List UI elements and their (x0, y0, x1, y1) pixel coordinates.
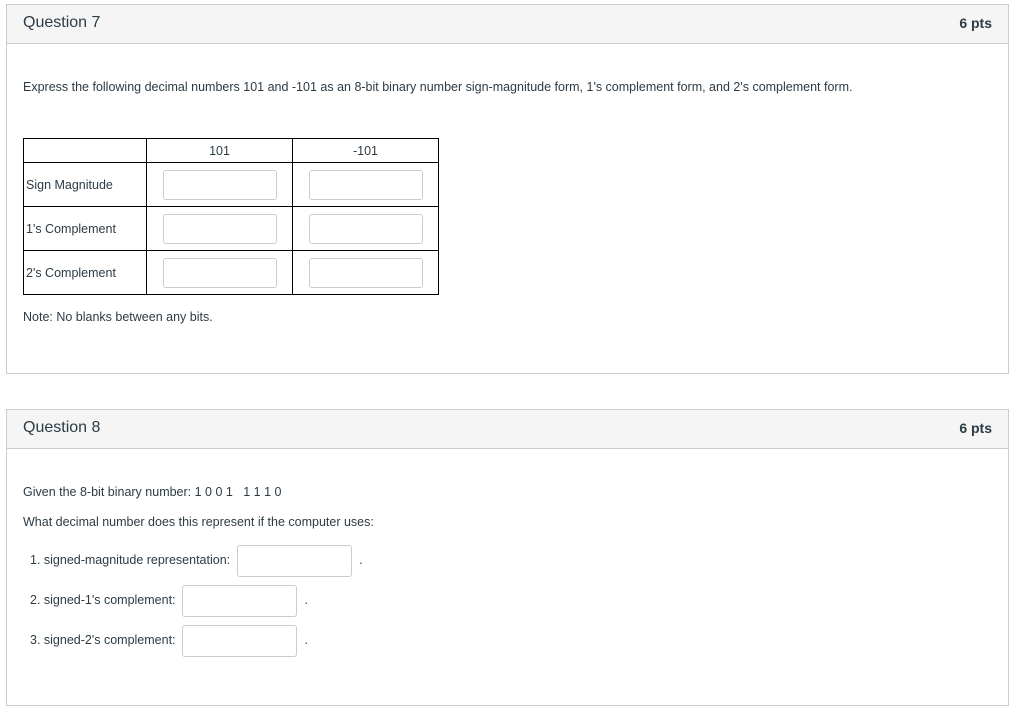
cell-ones-complement-neg-101 (292, 206, 439, 251)
question-8-ask: What decimal number does this represent … (23, 515, 374, 529)
sign-magnitude-101-input[interactable] (162, 169, 277, 200)
cell-ones-complement-101 (146, 206, 293, 251)
table-header-row: 101 -101 (23, 138, 439, 163)
list-item: 2. signed-1's complement: . (30, 584, 308, 617)
list-item: 1. signed-magnitude representation: . (30, 544, 363, 577)
signed-twos-complement-label: 3. signed-2's complement: (30, 633, 176, 647)
cell-sign-magnitude-101 (146, 162, 293, 207)
question-7-note: Note: No blanks between any bits. (23, 310, 213, 324)
question-7-points: 6 pts (959, 15, 992, 31)
table-row: 2's Complement (23, 250, 439, 295)
row-label-sign-magnitude: Sign Magnitude (23, 162, 147, 207)
question-7-card: Question 7 6 pts Express the following d… (6, 4, 1009, 374)
twos-complement-neg-101-input[interactable] (308, 257, 423, 288)
table-header-empty (23, 138, 147, 163)
cell-twos-complement-101 (146, 250, 293, 295)
question-8-header: Question 8 6 pts (7, 410, 1008, 449)
ones-complement-neg-101-input[interactable] (308, 213, 423, 244)
twos-complement-101-input[interactable] (162, 257, 277, 288)
cell-sign-magnitude-neg-101 (292, 162, 439, 207)
table-row: 1's Complement (23, 206, 439, 251)
signed-ones-complement-period: . (304, 593, 308, 607)
signed-magnitude-period: . (359, 553, 363, 567)
row-label-twos-complement: 2's Complement (23, 250, 147, 295)
table-header-101: 101 (146, 138, 293, 163)
signed-twos-complement-period: . (304, 633, 308, 647)
question-7-prompt: Express the following decimal numbers 10… (23, 80, 853, 94)
question-8-given: Given the 8-bit binary number: 1 0 0 1 1… (23, 485, 282, 499)
cell-twos-complement-neg-101 (292, 250, 439, 295)
signed-magnitude-input[interactable] (236, 544, 352, 577)
signed-ones-complement-input[interactable] (182, 584, 297, 617)
ones-complement-101-input[interactable] (162, 213, 277, 244)
signed-magnitude-label: 1. signed-magnitude representation: (30, 553, 231, 567)
list-item: 3. signed-2's complement: . (30, 624, 308, 657)
signed-ones-complement-label: 2. signed-1's complement: (30, 593, 176, 607)
table-row: Sign Magnitude (23, 162, 439, 207)
question-8-points: 6 pts (959, 420, 992, 436)
question-7-header: Question 7 6 pts (7, 5, 1008, 44)
answer-table: 101 -101 Sign Magnitude 1's Complement 2… (23, 138, 439, 295)
row-label-ones-complement: 1's Complement (23, 206, 147, 251)
table-header-neg-101: -101 (292, 138, 439, 163)
question-7-title: Question 7 (23, 14, 101, 31)
signed-twos-complement-input[interactable] (182, 624, 297, 657)
question-8-title: Question 8 (23, 419, 101, 436)
question-8-card: Question 8 6 pts Given the 8-bit binary … (6, 409, 1009, 706)
sign-magnitude-neg-101-input[interactable] (308, 169, 423, 200)
